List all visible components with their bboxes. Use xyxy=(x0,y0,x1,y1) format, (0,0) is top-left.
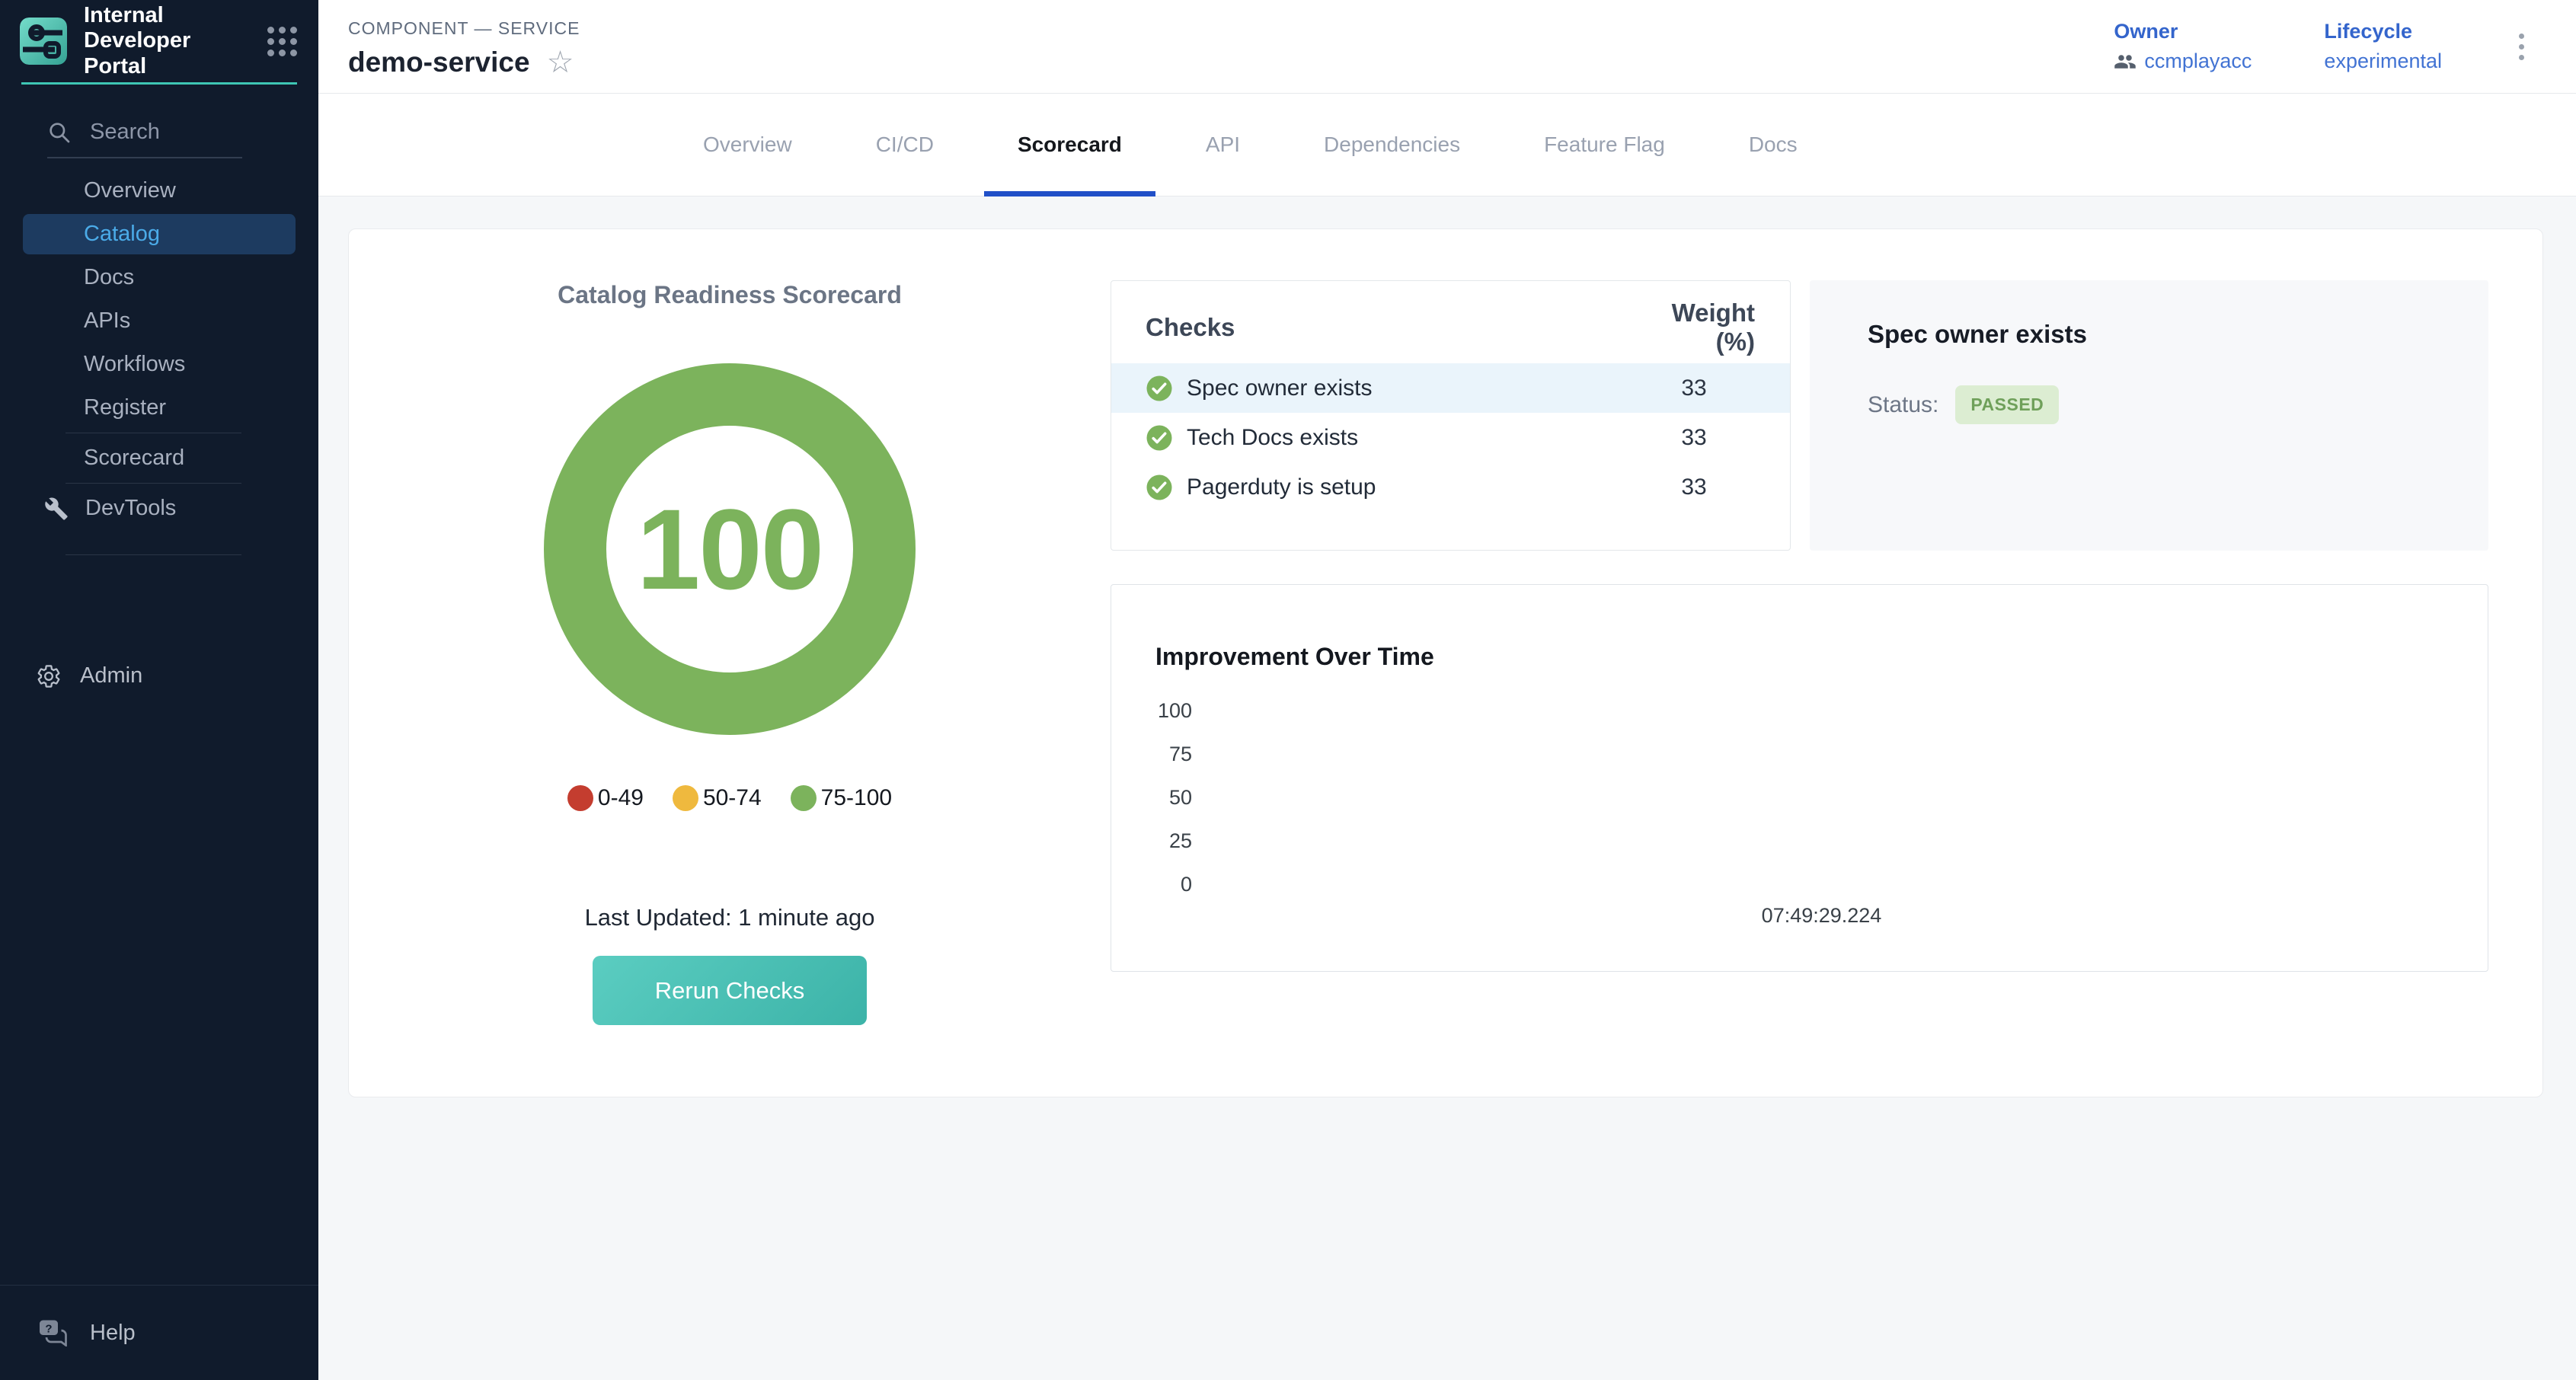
app-logo[interactable]: Internal Developer Portal xyxy=(0,0,318,82)
main-area: COMPONENT — SERVICE demo-service ☆ Owner… xyxy=(318,0,2576,1380)
status-label: Status: xyxy=(1868,392,1938,418)
favorite-star-icon[interactable]: ☆ xyxy=(547,47,574,78)
scorecard-card: Catalog Readiness Scorecard 100 0-49 50-… xyxy=(348,228,2543,1097)
sidebar-item-workflows[interactable]: Workflows xyxy=(0,343,318,386)
tab-feature-flag[interactable]: Feature Flag xyxy=(1544,94,1665,196)
sidebar: Internal Developer Portal Search Overvie… xyxy=(0,0,318,1380)
red-dot-icon xyxy=(567,785,593,811)
sidebar-item-overview[interactable]: Overview xyxy=(0,169,318,212)
nav-divider xyxy=(66,554,241,555)
gauge-column: Catalog Readiness Scorecard 100 0-49 50-… xyxy=(349,229,1111,1097)
checks-column: Checks Weight (%) Spec owner exists xyxy=(1111,229,2542,1097)
yellow-dot-icon xyxy=(673,785,698,811)
green-dot-icon xyxy=(791,785,817,811)
y-tick: 25 xyxy=(1155,830,1192,851)
entity-tabs: Overview CI/CD Scorecard API Dependencie… xyxy=(318,94,2576,196)
nav-divider xyxy=(66,483,241,484)
search-input[interactable]: Search xyxy=(47,120,242,158)
checks-header: Checks xyxy=(1146,313,1235,342)
app-title: Internal Developer Portal xyxy=(84,3,251,79)
score-legend: 0-49 50-74 75-100 xyxy=(567,785,892,811)
tab-docs[interactable]: Docs xyxy=(1749,94,1798,196)
lifecycle-block: Lifecycle experimental xyxy=(2324,20,2442,73)
tab-cicd[interactable]: CI/CD xyxy=(876,94,934,196)
improvement-chart: 100 75 50 25 0 07:49:29.224 xyxy=(1155,700,2488,951)
legend-item-yellow: 50-74 xyxy=(673,785,762,811)
owner-block: Owner ccmplayacc xyxy=(2114,20,2252,73)
check-row-tech-docs[interactable]: Tech Docs exists 33 xyxy=(1111,413,1790,462)
sidebar-item-scorecard[interactable]: Scorecard xyxy=(0,436,318,480)
check-circle-icon xyxy=(1146,375,1173,402)
gear-icon xyxy=(36,663,62,689)
tab-dependencies[interactable]: Dependencies xyxy=(1324,94,1460,196)
y-axis: 100 75 50 25 0 xyxy=(1155,700,1192,895)
sidebar-nav: Overview Catalog Docs APIs Workflows Reg… xyxy=(0,169,318,530)
sidebar-item-apis[interactable]: APIs xyxy=(0,299,318,343)
owner-value-link[interactable]: ccmplayacc xyxy=(2114,50,2252,73)
last-updated-text: Last Updated: 1 minute ago xyxy=(585,904,875,931)
score-value: 100 xyxy=(637,484,823,615)
status-badge: PASSED xyxy=(1955,385,2059,424)
sidebar-item-help[interactable]: ? Help xyxy=(0,1286,318,1380)
lifecycle-label: Lifecycle xyxy=(2324,20,2442,43)
tab-overview[interactable]: Overview xyxy=(703,94,792,196)
lifecycle-value: experimental xyxy=(2324,50,2442,73)
checks-table-header: Checks Weight (%) xyxy=(1111,281,1790,363)
svg-text:?: ? xyxy=(45,1322,52,1335)
help-chat-icon: ? xyxy=(38,1319,69,1346)
more-options-icon[interactable] xyxy=(2514,29,2529,65)
y-tick: 50 xyxy=(1155,787,1192,808)
entity-header: COMPONENT — SERVICE demo-service ☆ Owner… xyxy=(318,0,2576,94)
check-circle-icon xyxy=(1146,474,1173,501)
check-row-spec-owner[interactable]: Spec owner exists 33 xyxy=(1111,363,1790,413)
legend-item-red: 0-49 xyxy=(567,785,644,811)
x-tick: 07:49:29.224 xyxy=(1762,904,1882,928)
chart-title: Improvement Over Time xyxy=(1155,643,2488,671)
group-icon xyxy=(2114,50,2137,73)
scorecard-title: Catalog Readiness Scorecard xyxy=(558,281,902,309)
search-placeholder: Search xyxy=(90,120,160,145)
portal-logo-icon xyxy=(20,18,67,65)
y-tick: 100 xyxy=(1155,700,1192,721)
check-circle-icon xyxy=(1146,424,1173,452)
sidebar-item-docs[interactable]: Docs xyxy=(0,256,318,299)
apps-grid-icon[interactable] xyxy=(267,27,297,56)
sidebar-item-devtools[interactable]: DevTools xyxy=(0,487,318,530)
breadcrumb: COMPONENT — SERVICE xyxy=(348,18,580,39)
wrench-icon xyxy=(44,497,69,521)
score-gauge: 100 xyxy=(544,363,916,735)
checks-table: Checks Weight (%) Spec owner exists xyxy=(1111,280,1791,551)
y-tick: 0 xyxy=(1155,874,1192,895)
accent-divider xyxy=(21,82,297,85)
search-icon xyxy=(47,120,72,145)
owner-label: Owner xyxy=(2114,20,2252,43)
rerun-checks-button[interactable]: Rerun Checks xyxy=(593,956,867,1025)
weight-header: Weight (%) xyxy=(1633,299,1755,356)
sidebar-item-catalog[interactable]: Catalog xyxy=(23,214,296,254)
tab-scorecard[interactable]: Scorecard xyxy=(1018,94,1122,196)
y-tick: 75 xyxy=(1155,743,1192,765)
improvement-chart-card: Improvement Over Time 100 75 50 25 0 07:… xyxy=(1111,584,2488,972)
check-detail-title: Spec owner exists xyxy=(1868,320,2488,349)
tab-api[interactable]: API xyxy=(1206,94,1240,196)
check-detail-panel: Spec owner exists Status: PASSED xyxy=(1810,280,2488,551)
scorecard-content: Catalog Readiness Scorecard 100 0-49 50-… xyxy=(318,196,2576,1380)
legend-item-green: 75-100 xyxy=(791,785,892,811)
page-title: demo-service xyxy=(348,46,530,78)
check-row-pagerduty[interactable]: Pagerduty is setup 33 xyxy=(1111,462,1790,512)
sidebar-item-admin[interactable]: Admin xyxy=(0,654,318,698)
sidebar-item-register[interactable]: Register xyxy=(0,386,318,430)
